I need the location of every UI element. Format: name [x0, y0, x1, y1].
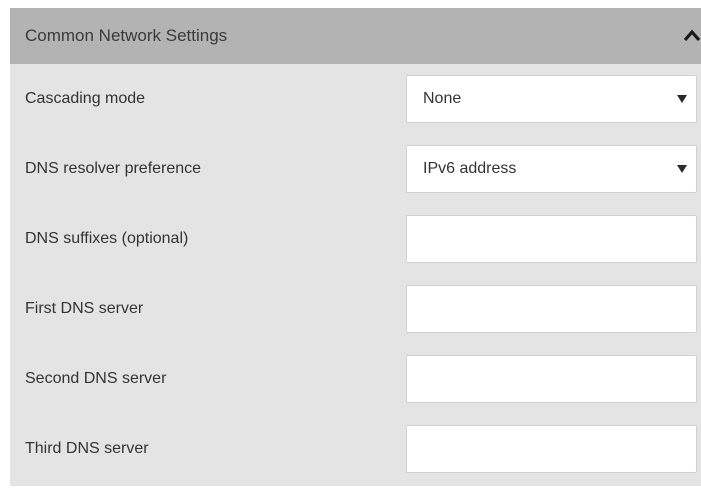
second-dns-server-input[interactable]	[406, 355, 697, 403]
cascading-mode-label: Cascading mode	[25, 90, 146, 107]
cascading-mode-select[interactable]: None	[406, 75, 697, 123]
dns-resolver-preference-label: DNS resolver preference	[25, 160, 202, 177]
dns-resolver-preference-select[interactable]: IPv6 address	[406, 145, 697, 193]
dns-resolver-preference-value: IPv6 address	[423, 160, 517, 177]
dns-suffixes-row: DNS suffixes (optional)	[10, 204, 701, 274]
panel-title: Common Network Settings	[25, 26, 228, 45]
first-dns-server-row: First DNS server	[10, 274, 701, 344]
dropdown-triangle-icon	[677, 165, 687, 173]
chevron-up-icon[interactable]	[683, 27, 701, 45]
common-network-settings-panel: Common Network Settings Cascading mode N…	[10, 8, 701, 486]
dropdown-triangle-icon	[677, 95, 687, 103]
cascading-mode-row: Cascading mode None	[10, 64, 701, 134]
third-dns-server-input[interactable]	[406, 425, 697, 473]
dns-suffixes-input[interactable]	[406, 215, 697, 263]
first-dns-server-label: First DNS server	[25, 300, 144, 317]
first-dns-server-input[interactable]	[406, 285, 697, 333]
second-dns-server-row: Second DNS server	[10, 344, 701, 414]
dns-resolver-preference-row: DNS resolver preference IPv6 address	[10, 134, 701, 204]
cascading-mode-value: None	[423, 90, 462, 107]
dns-suffixes-label: DNS suffixes (optional)	[25, 230, 189, 247]
second-dns-server-label: Second DNS server	[25, 370, 167, 387]
third-dns-server-label: Third DNS server	[25, 440, 149, 457]
panel-header[interactable]: Common Network Settings	[10, 8, 701, 64]
third-dns-server-row: Third DNS server	[10, 414, 701, 484]
